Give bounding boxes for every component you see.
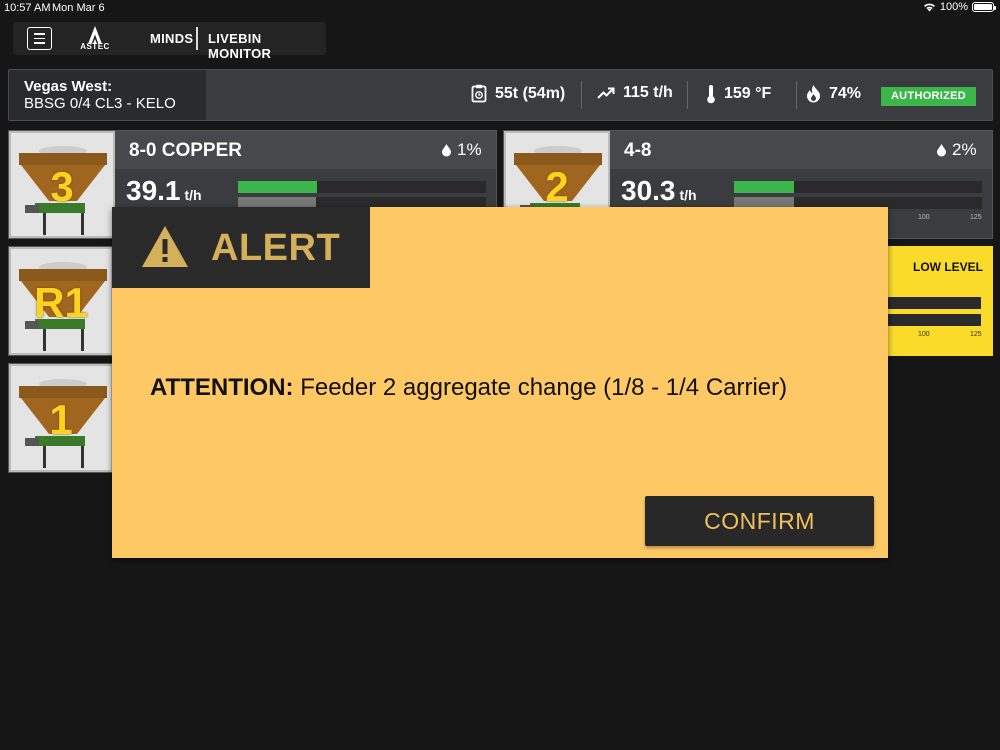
moisture-stat: 1%: [441, 140, 482, 160]
flame-icon: [807, 85, 820, 103]
mix-name: BBSG 0/4 CL3 - KELO: [24, 95, 176, 112]
alert-title: ALERT: [211, 227, 341, 269]
water-drop-icon: [442, 144, 451, 157]
bin-card-r1[interactable]: R1: [8, 246, 114, 356]
trending-up-icon: [597, 87, 615, 99]
alert-dialog: ALERT ATTENTION: Feeder 2 aggregate chan…: [112, 207, 888, 558]
scale-tick: 100: [918, 331, 930, 338]
brand-divider: [196, 27, 198, 50]
rate-readout: 39.1 t/h: [126, 175, 202, 207]
plant-info-bar: Vegas West: BBSG 0/4 CL3 - KELO 55t (54m…: [8, 69, 993, 121]
bin-number: 1: [49, 396, 73, 443]
moisture-stat: 2%: [936, 140, 977, 160]
alert-message: ATTENTION: Feeder 2 aggregate change (1/…: [150, 374, 787, 402]
battery-icon: [972, 2, 996, 12]
bin-material: 8-0 COPPER: [129, 140, 242, 161]
scale-tick: 125: [970, 214, 982, 221]
low-level-card[interactable]: LOW LEVEL 100 125: [884, 246, 993, 356]
burner-stat: 74%: [806, 84, 861, 103]
rate-stat: 115 t/h: [597, 84, 673, 102]
temperature-stat: 159 °F: [706, 84, 771, 104]
logo-text: ASTEC: [80, 42, 110, 51]
confirm-button[interactable]: CONFIRM: [645, 496, 874, 546]
tonnage-stat: 55t (54m): [471, 84, 565, 103]
bin-number: R1: [34, 279, 88, 326]
scale-tick: 100: [918, 214, 930, 221]
thermometer-icon: [707, 85, 715, 104]
bin-image: R1: [9, 247, 113, 355]
tonnage-value: 55t (54m): [495, 84, 566, 102]
wifi-icon: [923, 3, 935, 12]
bin-material: 4-8: [624, 140, 652, 161]
site-box: Vegas West: BBSG 0/4 CL3 - KELO: [9, 70, 206, 120]
bin-number: 3: [50, 163, 74, 210]
moisture-value: 2%: [952, 140, 977, 159]
bin-card-1[interactable]: 1: [8, 363, 114, 473]
level-bar: [884, 314, 981, 326]
warning-triangle-icon: [142, 226, 188, 267]
rate-unit: t/h: [679, 187, 697, 203]
clipboard-icon: [471, 84, 487, 103]
divider: [581, 81, 582, 109]
water-drop-icon: [937, 144, 946, 157]
rate-bar: [734, 181, 982, 193]
divider: [687, 81, 688, 109]
low-level-label: LOW LEVEL: [913, 260, 983, 274]
burner-value: 74%: [829, 84, 862, 102]
scale-tick: 125: [970, 331, 982, 338]
temperature-value: 159 °F: [724, 85, 772, 102]
bin-image: 3: [9, 131, 115, 238]
alert-header: ALERT: [112, 207, 370, 288]
site-name: Vegas West:: [24, 78, 113, 95]
device-status-bar: 10:57 AM Mon Mar 6 100%: [0, 0, 1000, 16]
status-time: 10:57 AM: [4, 2, 51, 14]
rate-value: 39.1: [126, 175, 181, 206]
brand-name: MINDS: [150, 31, 194, 46]
rate-value: 30.3: [621, 175, 676, 206]
rate-bar-fill: [238, 181, 318, 193]
status-date: Mon Mar 6: [52, 2, 105, 14]
hamburger-icon: [34, 33, 45, 35]
rate-value: 115 t/h: [623, 84, 673, 101]
bin-image: 1: [9, 364, 113, 472]
app-header: ASTEC MINDS LIVEBIN MONITOR: [13, 22, 326, 61]
rate-readout: 30.3 t/h: [621, 175, 697, 207]
rate-bar: [238, 181, 486, 193]
menu-button[interactable]: [27, 27, 52, 50]
card-header: [610, 131, 992, 169]
rate-bar-fill: [734, 181, 794, 193]
rate-unit: t/h: [184, 187, 202, 203]
status-indicators: 100%: [923, 1, 996, 13]
moisture-value: 1%: [457, 140, 482, 159]
battery-percent: 100%: [939, 1, 968, 13]
level-bar: [884, 297, 981, 309]
alert-message-prefix: ATTENTION:: [150, 374, 294, 401]
status-badge: AUTHORIZED: [881, 87, 976, 106]
divider: [796, 81, 797, 109]
bin-number: 2: [545, 163, 569, 210]
alert-message-text: Feeder 2 aggregate change (1/8 - 1/4 Car…: [300, 374, 788, 401]
module-title: LIVEBIN MONITOR: [208, 31, 272, 61]
